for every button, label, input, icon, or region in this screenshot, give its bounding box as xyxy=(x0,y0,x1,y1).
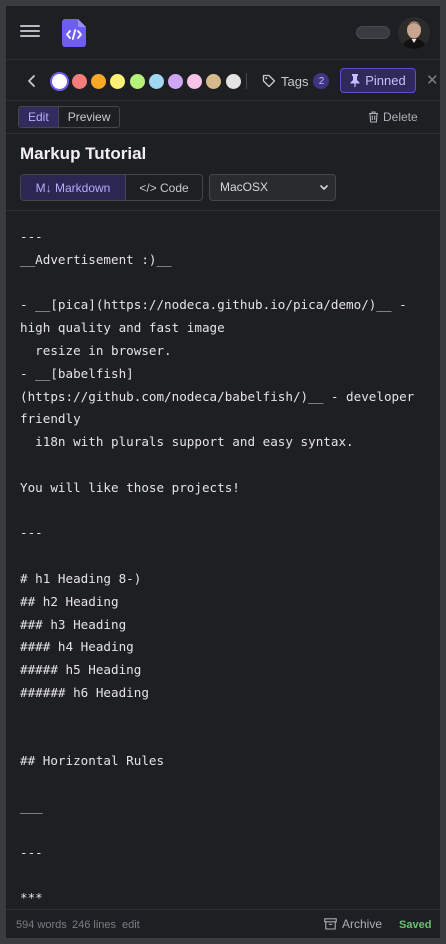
markdown-mode-button[interactable]: M↓ Markdown xyxy=(21,175,126,200)
theme-toggle[interactable] xyxy=(356,26,390,39)
status-bar: 594 words 246 lines edit Archive Saved xyxy=(6,909,440,938)
color-swatch[interactable] xyxy=(72,73,87,89)
tags-count-badge: 2 xyxy=(313,73,330,89)
color-swatch[interactable] xyxy=(129,73,145,89)
color-swatch[interactable] xyxy=(206,73,222,89)
edit-mode-bar: Edit Preview Delete xyxy=(6,102,440,134)
language-select[interactable]: MacOSX xyxy=(209,174,336,201)
color-swatch[interactable] xyxy=(110,73,126,89)
divider xyxy=(246,73,247,89)
archive-icon xyxy=(324,918,337,930)
trash-icon xyxy=(368,111,379,123)
archive-button[interactable]: Archive xyxy=(324,917,382,931)
color-swatch[interactable] xyxy=(148,73,164,89)
tab-edit[interactable]: Edit xyxy=(19,107,59,127)
saved-status: Saved xyxy=(399,919,432,931)
code-mode-button[interactable]: </> Code xyxy=(126,175,202,200)
color-swatch[interactable] xyxy=(167,73,183,89)
word-count: 594 words xyxy=(16,919,67,931)
note-header: Markup Tutorial M↓ Markdown </> Code Mac… xyxy=(6,135,440,211)
line-count: 246 lines xyxy=(72,919,117,931)
pin-icon xyxy=(350,74,360,87)
color-swatches xyxy=(50,71,245,91)
tags-button[interactable]: Tags 2 xyxy=(262,72,330,90)
hamburger-menu-icon[interactable] xyxy=(20,22,40,42)
editor-content[interactable]: --- __Advertisement :)__ - __[pica](http… xyxy=(20,226,414,909)
edit-preview-switch: Edit Preview xyxy=(18,106,121,128)
language-value: MacOSX xyxy=(220,180,269,194)
tab-preview[interactable]: Preview xyxy=(59,107,120,127)
editor-mode: edit xyxy=(122,919,140,931)
chevron-down-icon xyxy=(319,175,329,210)
chevron-left-icon[interactable] xyxy=(24,72,40,90)
color-swatch[interactable] xyxy=(225,73,241,89)
user-avatar[interactable] xyxy=(398,17,430,49)
archive-label: Archive xyxy=(342,917,383,931)
page-title[interactable]: Markup Tutorial xyxy=(20,144,146,164)
color-tag-toolbar: Tags 2 Pinned ✕ xyxy=(6,61,440,101)
pinned-button[interactable]: Pinned xyxy=(340,68,416,93)
delete-button[interactable]: Delete xyxy=(368,110,418,124)
tags-label: Tags xyxy=(281,73,309,89)
markdown-editor[interactable]: --- __Advertisement :)__ - __[pica](http… xyxy=(6,212,440,909)
app-window: Tags 2 Pinned ✕ Edit Preview Delete Mark… xyxy=(6,6,440,938)
code-file-logo-icon[interactable] xyxy=(62,19,86,47)
top-bar xyxy=(6,6,440,60)
tag-icon xyxy=(262,74,276,88)
color-swatch[interactable] xyxy=(91,73,107,89)
close-icon[interactable]: ✕ xyxy=(426,71,439,89)
pinned-label: Pinned xyxy=(365,73,406,88)
delete-label: Delete xyxy=(383,110,418,124)
format-switch: M↓ Markdown </> Code xyxy=(20,174,203,201)
color-swatch[interactable] xyxy=(187,73,203,89)
color-swatch[interactable] xyxy=(50,71,69,91)
